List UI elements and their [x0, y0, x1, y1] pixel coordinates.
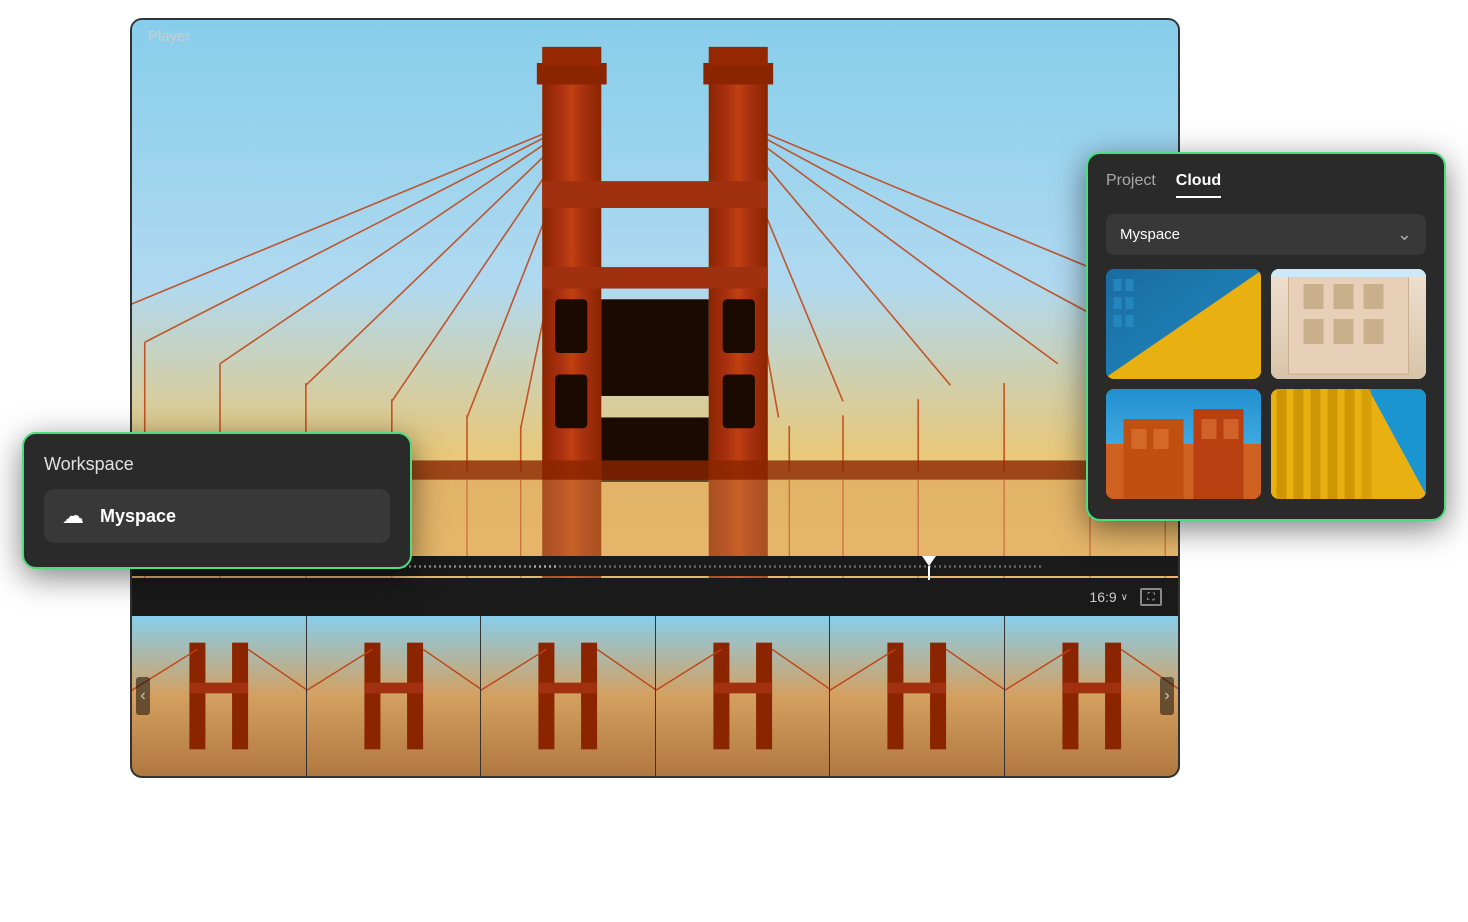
- cloud-image-3[interactable]: [1106, 389, 1261, 499]
- aspect-ratio-button[interactable]: 16:9 ∨: [1089, 589, 1128, 605]
- workspace-title: Workspace: [44, 454, 390, 475]
- tab-cloud[interactable]: Cloud: [1176, 172, 1221, 198]
- cloud-image-grid: [1106, 269, 1426, 499]
- thumbnail-4: [656, 616, 831, 776]
- thumbnail-6: [1005, 616, 1179, 776]
- workspace-item-name: Myspace: [100, 506, 176, 527]
- myspace-cloud-icon: ☁: [62, 503, 84, 529]
- cloud-dropdown-text: Myspace: [1120, 226, 1180, 243]
- thumbnail-strip: ‹: [132, 616, 1178, 776]
- workspace-panel: Workspace ☁ Myspace: [22, 432, 412, 569]
- thumbnail-1: [132, 616, 307, 776]
- cloud-image-2[interactable]: [1271, 269, 1426, 379]
- bottom-controls: 16:9 ∨ ⛶: [132, 578, 1178, 616]
- thumbnail-2: [307, 616, 482, 776]
- playhead-line: [928, 566, 930, 580]
- workspace-myspace-item[interactable]: ☁ Myspace: [44, 489, 390, 543]
- strip-next-icon: ›: [1164, 687, 1169, 705]
- aspect-ratio-chevron: ∨: [1121, 592, 1128, 603]
- aspect-ratio-label: 16:9: [1089, 589, 1116, 605]
- cloud-image-1[interactable]: [1106, 269, 1261, 379]
- cloud-panel-tabs: Project Cloud: [1106, 172, 1426, 198]
- playhead[interactable]: [922, 556, 936, 580]
- tab-project[interactable]: Project: [1106, 172, 1156, 198]
- player-title: Player: [148, 28, 191, 45]
- thumbnail-5: [830, 616, 1005, 776]
- fullscreen-icon: ⛶: [1148, 592, 1155, 603]
- cloud-image-4[interactable]: [1271, 389, 1426, 499]
- strip-next-button[interactable]: ›: [1160, 677, 1174, 715]
- strip-prev-icon: ‹: [140, 687, 145, 705]
- fullscreen-button[interactable]: ⛶: [1140, 588, 1162, 606]
- player-monitor: Player: [130, 18, 1180, 778]
- dropdown-chevron-icon: ⌄: [1397, 224, 1412, 245]
- thumbnail-3: [481, 616, 656, 776]
- cloud-dropdown[interactable]: Myspace ⌄: [1106, 214, 1426, 255]
- cloud-panel: Project Cloud Myspace ⌄: [1086, 152, 1446, 521]
- playhead-head: [922, 556, 936, 566]
- strip-prev-button[interactable]: ‹: [136, 677, 150, 715]
